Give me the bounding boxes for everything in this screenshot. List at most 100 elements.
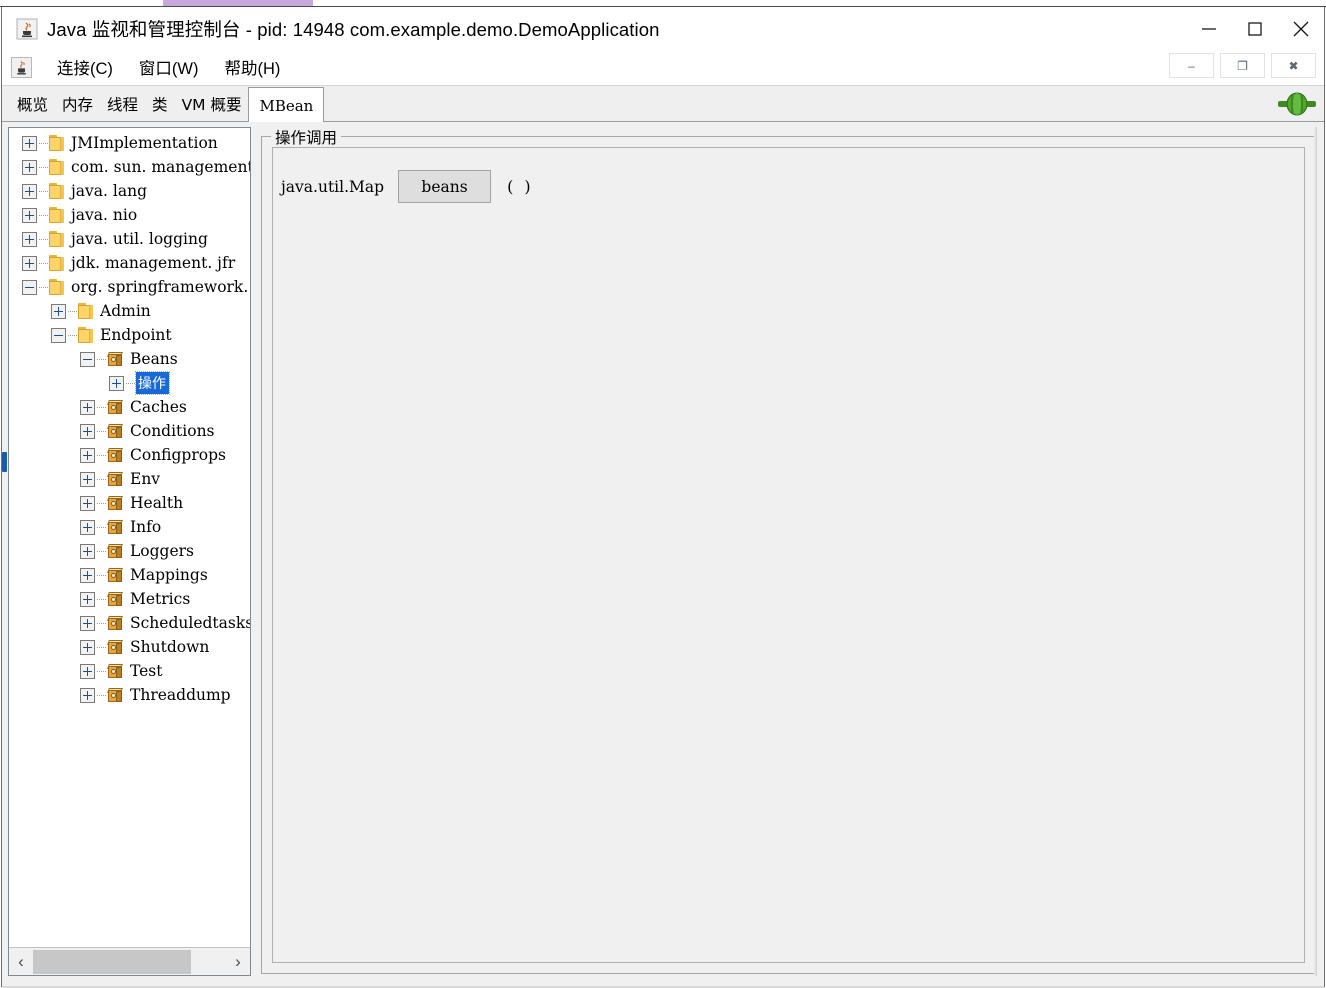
collapse-toggle-icon[interactable] [51,327,66,343]
tree-node[interactable]: java. lang [9,179,250,203]
expand-toggle-icon[interactable] [22,135,37,151]
scroll-left-arrow-icon[interactable]: ‹ [9,949,33,975]
mdi-minimize-button[interactable]: – [1169,53,1214,78]
minimize-icon[interactable] [1186,8,1232,49]
tree-node[interactable]: Metrics [9,587,250,611]
split-pane-divider[interactable] [2,452,7,472]
expand-toggle-icon[interactable] [22,255,37,271]
mbean-tree-scroll: JMImplementation com. sun. management java… [9,128,250,947]
scroll-right-arrow-icon[interactable]: › [226,949,250,975]
tab-overview[interactable]: 概览 [10,89,55,122]
expand-toggle-icon[interactable] [109,375,124,391]
tree-node[interactable]: Info [9,515,250,539]
expand-toggle-icon[interactable] [80,519,95,535]
tree-node-label: Threaddump [130,686,231,704]
expand-toggle-icon[interactable] [80,591,95,607]
menu-item-help[interactable]: 帮助(H) [211,52,293,83]
expand-toggle-icon[interactable] [80,447,95,463]
tree-connector-line [97,598,106,600]
tree-node-label: Test [130,662,163,680]
folder-icon [49,255,64,271]
tree-node[interactable]: Admin [9,299,250,323]
window-controls [1186,8,1324,49]
expand-toggle-icon[interactable] [80,567,95,583]
mbean-icon [107,615,124,632]
expand-toggle-icon[interactable] [22,183,37,199]
mbean-icon [107,663,124,680]
expand-toggle-icon[interactable] [22,231,37,247]
expand-toggle-icon[interactable] [80,615,95,631]
tree-node-label: Endpoint [100,326,172,344]
mbean-icon [107,447,124,464]
tree-node[interactable]: Configprops [9,443,250,467]
tree-node[interactable]: jdk. management. jfr [9,251,250,275]
tree-node[interactable]: JMImplementation [9,131,250,155]
tree-node[interactable]: Scheduledtasks [9,611,250,635]
tree-node-label: java. nio [71,206,138,224]
tree-node[interactable]: Endpoint [9,323,250,347]
expand-toggle-icon[interactable] [80,663,95,679]
collapse-toggle-icon[interactable] [22,279,37,295]
mbean-icon [107,495,124,512]
expand-toggle-icon[interactable] [80,471,95,487]
menu-item-window[interactable]: 窗口(W) [126,52,212,83]
tree-node[interactable]: org. springframework. [9,275,250,299]
folder-icon [49,159,64,175]
expand-toggle-icon[interactable] [80,639,95,655]
tree-connector-line [39,190,48,192]
close-icon[interactable] [1278,8,1324,49]
tree-node[interactable]: Test [9,659,250,683]
tab-mbean[interactable]: MBean [248,87,325,123]
mbean-icon [107,567,124,584]
folder-icon [49,135,64,151]
tree-connector-line [97,358,106,360]
expand-toggle-icon[interactable] [80,687,95,703]
tree-node[interactable]: 操作 [9,371,250,395]
invoke-beans-button[interactable]: beans [398,170,492,203]
tab-memory[interactable]: 内存 [55,89,100,122]
tree-horizontal-scrollbar[interactable]: ‹ › [9,947,250,975]
tree-connector-line [97,694,106,696]
mbean-detail-panel: 操作调用 java.util.Map beans ( ) [260,126,1317,976]
tree-node[interactable]: Caches [9,395,250,419]
tree-node[interactable]: Conditions [9,419,250,443]
tree-connector-line [97,646,106,648]
expand-toggle-icon[interactable] [80,399,95,415]
tree-node[interactable]: java. nio [9,203,250,227]
mbean-icon [107,591,124,608]
tree-connector-line [39,166,48,168]
tree-connector-line [68,310,77,312]
expand-toggle-icon[interactable] [80,423,95,439]
expand-toggle-icon[interactable] [80,543,95,559]
scroll-track[interactable] [33,948,226,975]
mbean-icon [107,687,124,704]
tree-node[interactable]: Health [9,491,250,515]
scroll-thumb[interactable] [33,949,191,974]
mdi-close-button[interactable]: ✖ [1271,53,1316,78]
tree-node-label: JMImplementation [71,134,218,152]
tabstrip: 概览 内存 线程 类 VM 概要 MBean [2,86,1324,123]
tree-node[interactable]: com. sun. management [9,155,250,179]
tree-node[interactable]: Mappings [9,563,250,587]
jconsole-window: Java 监视和管理控制台 - pid: 14948 com.example.d… [0,0,1326,988]
expand-toggle-icon[interactable] [22,159,37,175]
tree-node[interactable]: Loggers [9,539,250,563]
tree-node[interactable]: Shutdown [9,635,250,659]
tree-connector-line [39,214,48,216]
expand-toggle-icon[interactable] [51,303,66,319]
maximize-icon[interactable] [1232,8,1278,49]
tab-classes[interactable]: 类 [145,89,175,122]
menu-item-connect[interactable]: 连接(C) [44,52,126,83]
collapse-toggle-icon[interactable] [80,351,95,367]
tree-node[interactable]: Threaddump [9,683,250,707]
expand-toggle-icon[interactable] [80,495,95,511]
tab-threads[interactable]: 线程 [100,89,145,122]
mdi-restore-button[interactable]: ❐ [1220,53,1265,78]
tree-node[interactable]: Beans [9,347,250,371]
tree-node-label: com. sun. management [71,158,250,176]
tree-node[interactable]: java. util. logging [9,227,250,251]
expand-toggle-icon[interactable] [22,207,37,223]
tab-vm-summary[interactable]: VM 概要 [175,89,249,122]
tree-node[interactable]: Env [9,467,250,491]
tree-connector-line [97,670,106,672]
